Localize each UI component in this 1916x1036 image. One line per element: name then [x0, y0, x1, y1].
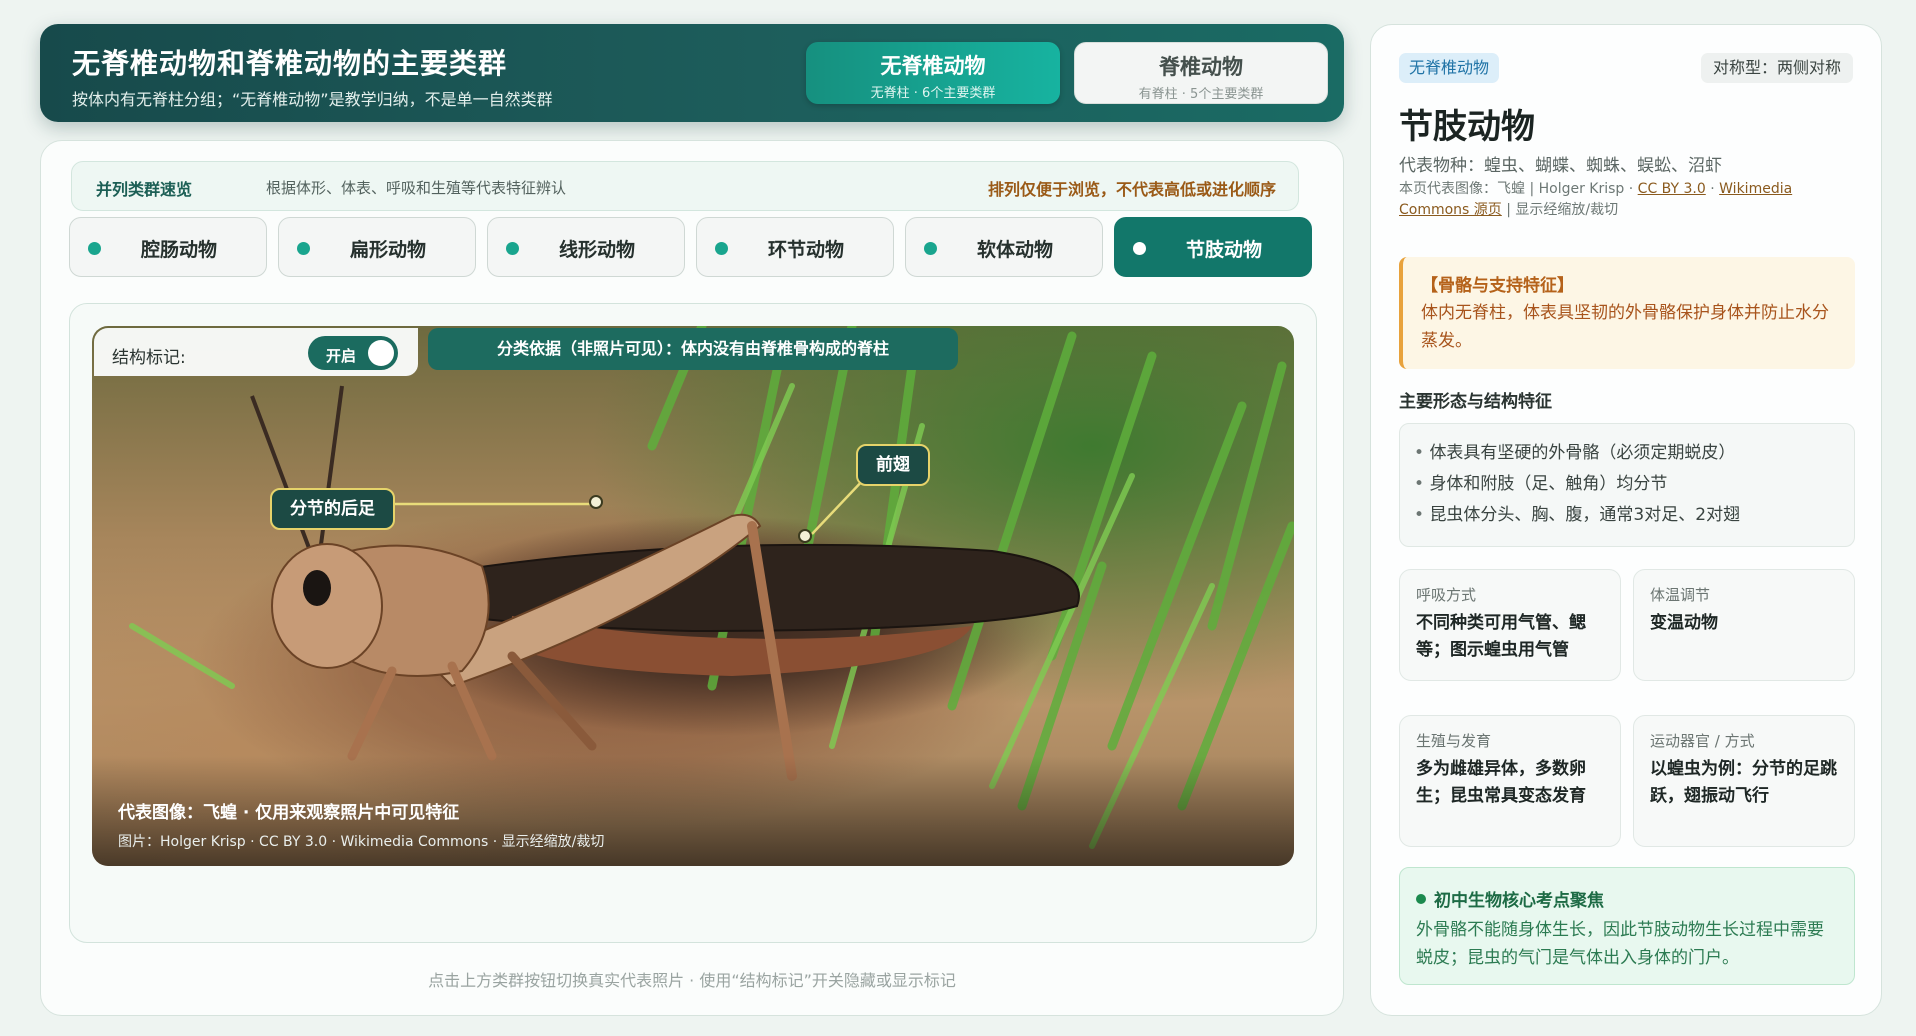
detail-sidebar: 无脊椎动物 对称型：两侧对称 节肢动物 代表物种：蝗虫、蝴蝶、蜘蛛、蜈蚣、沼虾 … — [1370, 24, 1882, 1016]
focus-dot-icon — [1416, 894, 1426, 904]
card-respiration: 呼吸方式 不同种类可用气管、鳃等；图示蝗虫用气管 — [1399, 569, 1621, 681]
callout-forewing[interactable]: 前翅 — [856, 444, 930, 486]
page-header: 无脊椎动物和脊椎动物的主要类群 按体内有无脊柱分组；“无脊椎动物”是教学归纳，不… — [40, 24, 1344, 122]
tab-label: 软体动物 — [976, 239, 1053, 261]
structure-marker-toggle[interactable]: 开启 — [308, 336, 398, 370]
features-list: 体表具有坚硬的外骨骼（必须定期蜕皮） 身体和附肢（足、触角）均分节 昆虫体分头、… — [1399, 423, 1855, 547]
card-label: 生殖与发育 — [1416, 732, 1492, 750]
tab-roundworms[interactable]: 线形动物 — [487, 217, 685, 277]
main-panel: 并列类群速览 根据体形、体表、呼吸和生殖等代表特征辨认 排列仅便于浏览，不代表高… — [40, 140, 1344, 1016]
card-value: 变温动物 — [1650, 613, 1718, 633]
tab-label: 环节动物 — [767, 239, 844, 261]
list-item: 体表具有坚硬的外骨骼（必须定期蜕皮） — [1414, 438, 1840, 469]
tab-flatworms[interactable]: 扁形动物 — [278, 217, 476, 277]
group-tabs: 腔肠动物 扁形动物 线形动物 环节动物 软体动物 节肢动物 — [69, 217, 1315, 277]
tab-coelenterates[interactable]: 腔肠动物 — [69, 217, 267, 277]
tab-label: 扁形动物 — [349, 239, 426, 261]
page-subtitle: 按体内有无脊柱分组；“无脊椎动物”是教学归纳，不是单一自然类群 — [72, 90, 553, 109]
card-locomotion: 运动器官 / 方式 以蝗虫为例：分节的足跳跃，翅振动飞行 — [1633, 715, 1855, 847]
tab-mollusks[interactable]: 软体动物 — [905, 217, 1103, 277]
list-item: 昆虫体分头、胸、腹，通常3对足、2对翅 — [1414, 500, 1840, 531]
classification-basis-banner: 分类依据（非照片可见）：体内没有由脊椎骨构成的脊柱 — [428, 328, 958, 370]
group-badge: 无脊椎动物 — [1399, 53, 1500, 83]
card-thermoregulation: 体温调节 变温动物 — [1633, 569, 1855, 681]
representative-species: 代表物种：蝗虫、蝴蝶、蜘蛛、蜈蚣、沼虾 — [1399, 156, 1722, 176]
footer-hint: 点击上方类群按钮切换真实代表照片 · 使用“结构标记”开关隐藏或显示标记 — [428, 971, 956, 990]
focus-title: 初中生物核心考点聚焦 — [1434, 891, 1604, 911]
card-label: 呼吸方式 — [1416, 586, 1477, 604]
marker-hind-leg[interactable] — [589, 495, 603, 509]
card-value: 多为雌雄异体，多数卵生；昆虫常具变态发育 — [1416, 759, 1586, 806]
segment-sublabel: 无脊柱 · 6个主要类群 — [870, 86, 996, 101]
overview-note: 排列仅便于浏览，不代表高低或进化顺序 — [987, 180, 1276, 199]
segment-invertebrates[interactable]: 无脊椎动物 无脊柱 · 6个主要类群 — [806, 42, 1060, 104]
photo-caption-title: 代表图像：飞蝗 · 仅用来观察照片中可见特征 — [118, 803, 460, 823]
segment-label: 脊椎动物 — [1159, 55, 1243, 79]
toggle-state-text: 开启 — [326, 347, 357, 365]
tab-label: 节肢动物 — [1185, 239, 1262, 261]
marker-forewing[interactable] — [798, 529, 812, 543]
tab-arthropods[interactable]: 节肢动物 — [1114, 217, 1312, 277]
tab-annelids[interactable]: 环节动物 — [696, 217, 894, 277]
specimen-photo: 分节的后足 前翅 结构标记: 开启 分类依据（非照片可见）：体内没有由脊椎骨构成… — [92, 326, 1294, 866]
page-title: 无脊椎动物和脊椎动物的主要类群 — [72, 47, 508, 80]
symmetry-badge: 对称型：两侧对称 — [1700, 53, 1853, 83]
card-label: 运动器官 / 方式 — [1650, 732, 1755, 750]
tab-label: 腔肠动物 — [140, 239, 217, 261]
toggle-knob — [368, 340, 394, 366]
skeleton-text: 体内无脊柱，体表具坚韧的外骨骼保护身体并防止水分蒸发。 — [1421, 303, 1829, 351]
segment-sublabel: 有脊柱 · 5个主要类群 — [1138, 87, 1264, 102]
overview-title: 并列类群速览 — [96, 180, 193, 199]
features-heading: 主要形态与结构特征 — [1399, 392, 1552, 412]
list-item: 身体和附肢（足、触角）均分节 — [1414, 469, 1840, 500]
tab-label: 线形动物 — [558, 239, 635, 261]
exam-focus-box: 初中生物核心考点聚焦 外骨骼不能随身体生长，因此节肢动物生长过程中需要蜕皮；昆虫… — [1399, 867, 1855, 985]
focus-text: 外骨骼不能随身体生长，因此节肢动物生长过程中需要蜕皮；昆虫的气门是气体出入身体的… — [1416, 920, 1824, 968]
structure-marker-toolbar: 结构标记: 开启 — [94, 328, 418, 376]
credit-separator: · — [1705, 181, 1720, 197]
animal-group-title: 节肢动物 — [1399, 107, 1535, 147]
card-label: 体温调节 — [1650, 586, 1711, 604]
callout-hind-leg[interactable]: 分节的后足 — [270, 488, 395, 530]
credit-prefix: 本页代表图像：飞蝗 | Holger Krisp · — [1399, 181, 1638, 197]
skeleton-feature-box: 【骨骼与支持特征】 体内无脊柱，体表具坚韧的外骨骼保护身体并防止水分蒸发。 — [1399, 257, 1855, 369]
card-value: 不同种类可用气管、鳃等；图示蝗虫用气管 — [1416, 613, 1586, 660]
segment-label: 无脊椎动物 — [880, 54, 986, 78]
image-credit: 本页代表图像：飞蝗 | Holger Krisp · CC BY 3.0 · W… — [1399, 179, 1859, 221]
overview-bar: 并列类群速览 根据体形、体表、呼吸和生殖等代表特征辨认 排列仅便于浏览，不代表高… — [71, 161, 1299, 211]
skeleton-title: 【骨骼与支持特征】 — [1421, 276, 1574, 296]
credit-suffix: | 显示经缩放/裁切 — [1501, 202, 1619, 218]
license-link[interactable]: CC BY 3.0 — [1638, 181, 1706, 197]
structure-marker-label: 结构标记: — [112, 348, 186, 368]
photo-caption-credit: 图片：Holger Krisp · CC BY 3.0 · Wikimedia … — [118, 834, 605, 850]
segment-vertebrates[interactable]: 脊椎动物 有脊柱 · 5个主要类群 — [1074, 42, 1328, 104]
card-reproduction: 生殖与发育 多为雌雄异体，多数卵生；昆虫常具变态发育 — [1399, 715, 1621, 847]
card-value: 以蝗虫为例：分节的足跳跃，翅振动飞行 — [1650, 759, 1837, 806]
photo-panel: 分节的后足 前翅 结构标记: 开启 分类依据（非照片可见）：体内没有由脊椎骨构成… — [69, 303, 1317, 943]
overview-description: 根据体形、体表、呼吸和生殖等代表特征辨认 — [266, 179, 567, 197]
